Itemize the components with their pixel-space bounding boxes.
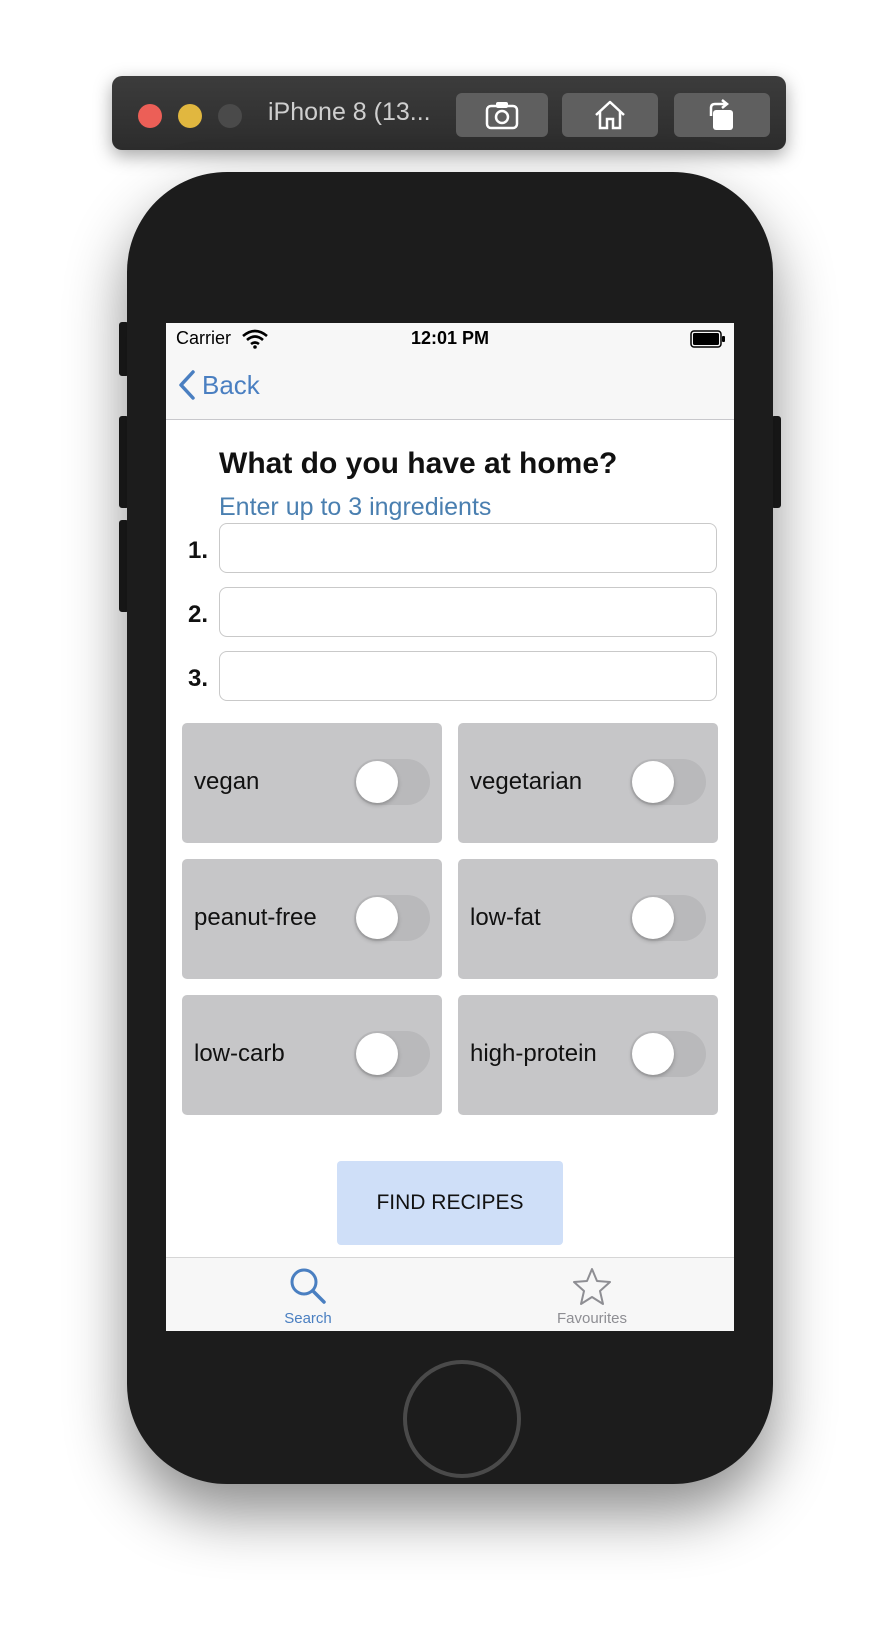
vegan-toggle[interactable] <box>354 759 430 805</box>
camera-icon <box>485 102 519 130</box>
ingredient-1-field[interactable] <box>219 523 717 573</box>
option-label: high-protein <box>470 1040 597 1067</box>
zoom-window-button[interactable] <box>218 104 242 128</box>
minimize-window-button[interactable] <box>178 104 202 128</box>
low-fat-toggle[interactable] <box>630 895 706 941</box>
option-label: vegetarian <box>470 768 583 795</box>
toggle-knob <box>632 761 674 803</box>
star-icon <box>573 1268 611 1305</box>
option-vegan: vegan <box>182 723 442 843</box>
tab-bar: Search Favourites <box>166 1257 734 1331</box>
toggle-knob <box>356 761 398 803</box>
ingredient-number-2: 2. <box>188 601 209 628</box>
tab-search-label: Search <box>284 1310 332 1327</box>
tab-favourites[interactable]: Favourites <box>450 1258 734 1331</box>
ingredient-3-field[interactable] <box>219 651 717 701</box>
back-button[interactable]: Back <box>178 369 260 401</box>
back-label: Back <box>202 369 260 400</box>
ingredient-number-1: 1. <box>188 537 209 564</box>
option-peanut-free: peanut-free <box>182 859 442 979</box>
option-low-fat: low-fat <box>458 859 718 979</box>
option-label: vegan <box>194 768 260 795</box>
page-subtitle: Enter up to 3 ingredients <box>219 493 492 521</box>
low-carb-toggle[interactable] <box>354 1031 430 1077</box>
rotate-button[interactable] <box>674 93 770 137</box>
rotate-icon <box>709 99 733 130</box>
page-title: What do you have at home? <box>219 447 618 480</box>
find-recipes-button[interactable]: FIND RECIPES <box>337 1161 563 1245</box>
home-button[interactable] <box>562 93 658 137</box>
app-screen: Carrier 12:01 PM Back What do you have a… <box>166 323 734 1331</box>
tab-search[interactable]: Search <box>166 1258 450 1331</box>
tab-favourites-label: Favourites <box>556 1310 628 1327</box>
toggle-knob <box>632 1033 674 1075</box>
screenshot-button[interactable] <box>456 93 548 137</box>
toggle-knob <box>356 897 398 939</box>
device-home-button[interactable] <box>403 1360 521 1478</box>
search-icon <box>290 1268 326 1304</box>
option-label: low-carb <box>194 1040 285 1067</box>
option-label: peanut-free <box>194 904 317 931</box>
high-protein-toggle[interactable] <box>630 1031 706 1077</box>
option-low-carb: low-carb <box>182 995 442 1115</box>
navigation-bar: Back <box>166 355 734 420</box>
toggle-knob <box>356 1033 398 1075</box>
peanut-free-toggle[interactable] <box>354 895 430 941</box>
vegetarian-toggle[interactable] <box>630 759 706 805</box>
status-bar: Carrier 12:01 PM <box>166 323 734 355</box>
simulator-title: iPhone 8 (13... <box>268 98 431 126</box>
toggle-knob <box>632 897 674 939</box>
status-time: 12:01 PM <box>410 328 490 348</box>
simulator-toolbar: iPhone 8 (13... <box>112 76 786 150</box>
ingredient-2-field[interactable] <box>219 587 717 637</box>
close-window-button[interactable] <box>138 104 162 128</box>
chevron-left-icon <box>179 370 195 400</box>
battery-icon <box>690 330 725 348</box>
option-vegetarian: vegetarian <box>458 723 718 843</box>
option-label: low-fat <box>470 904 541 931</box>
ingredient-number-3: 3. <box>188 665 209 692</box>
home-icon <box>595 100 625 130</box>
option-high-protein: high-protein <box>458 995 718 1115</box>
